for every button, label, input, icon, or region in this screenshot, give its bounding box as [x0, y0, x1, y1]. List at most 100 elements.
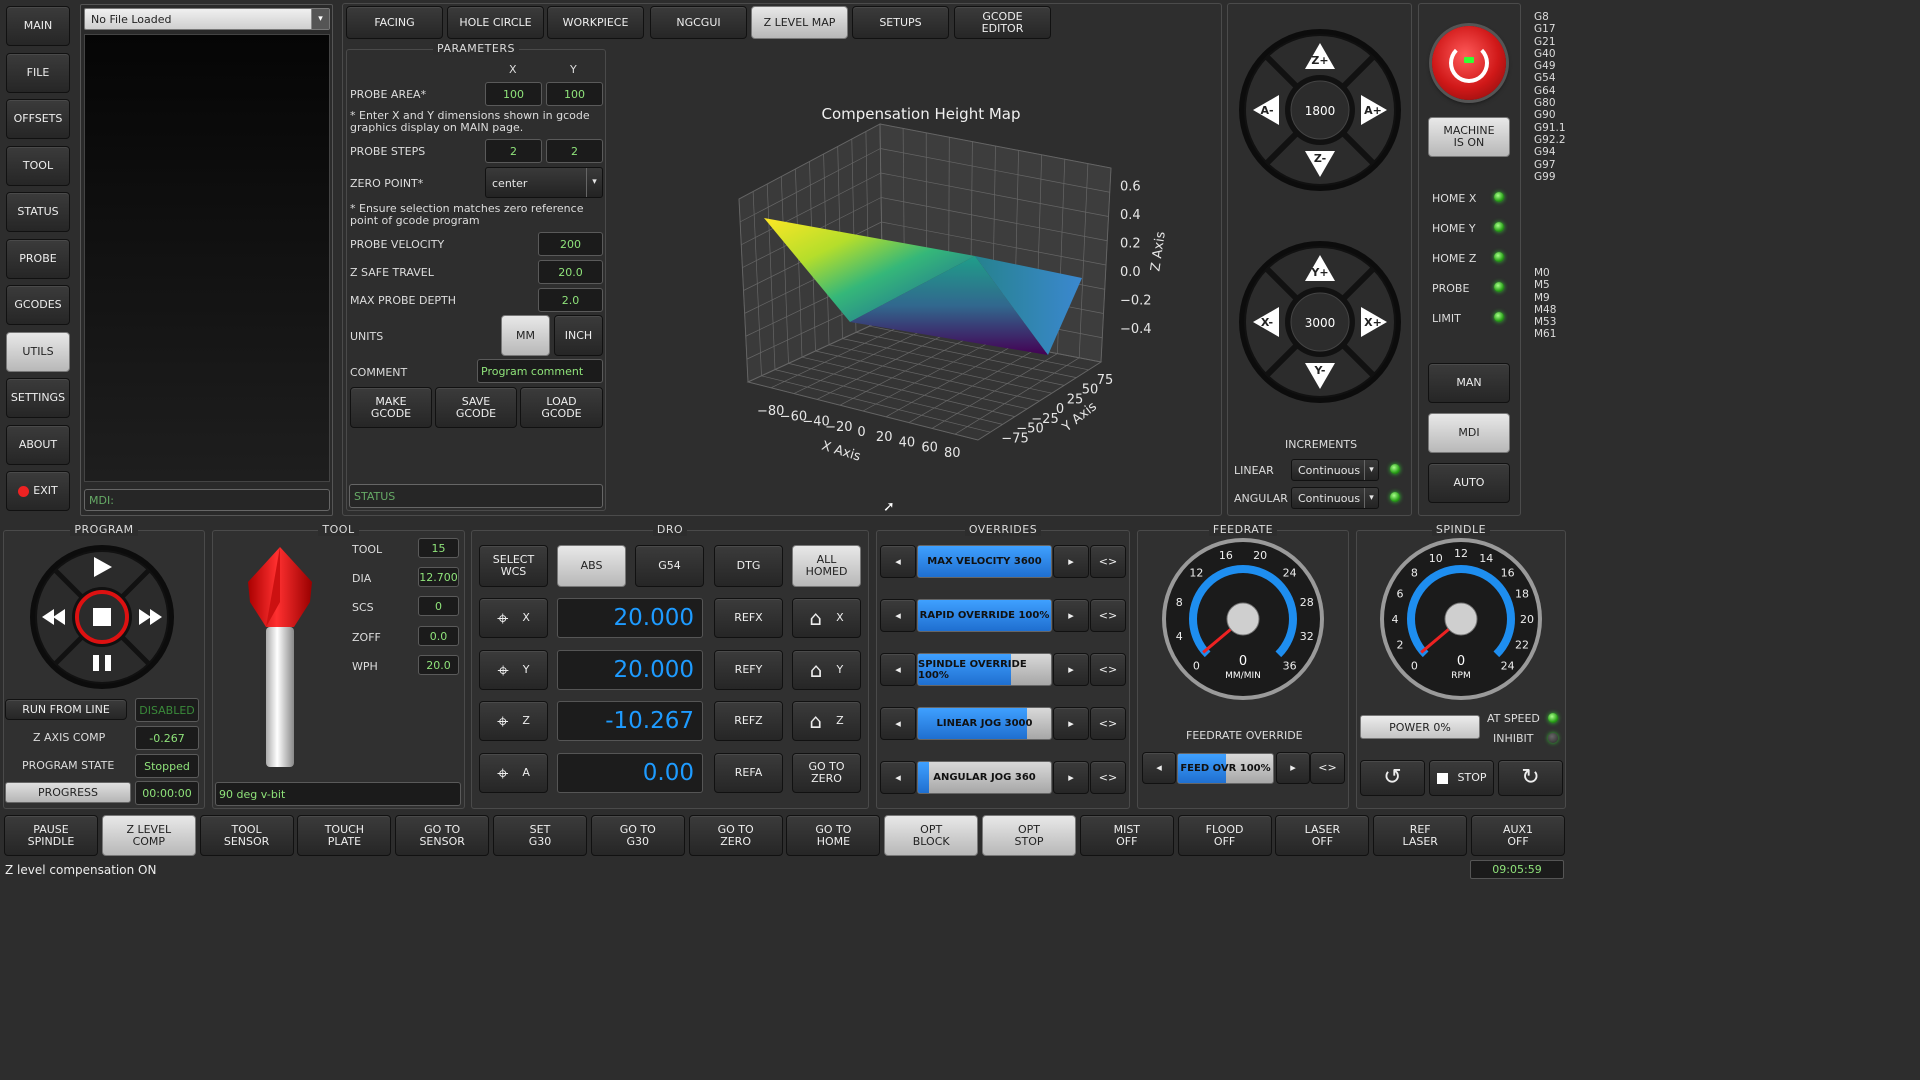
home-z-button[interactable]: ⌂ Z — [792, 701, 861, 741]
mode-mdi-button[interactable]: MDI — [1428, 413, 1510, 453]
tool-sensor-button[interactable]: TOOL SENSOR — [199, 815, 294, 856]
feed-override-reset[interactable]: <> — [1310, 752, 1345, 784]
nav-tool-button[interactable]: TOOL — [6, 145, 70, 186]
override-angular-jog-360-reset[interactable]: <> — [1090, 761, 1126, 794]
home-y-button[interactable]: ⌂ Y — [792, 649, 861, 690]
max-probe-depth-input[interactable]: 2.0 — [538, 288, 603, 312]
nav-status-button[interactable]: STATUS — [6, 192, 70, 232]
nav-settings-button[interactable]: SETTINGS — [6, 378, 70, 418]
units-inch-button[interactable]: INCH — [554, 315, 603, 356]
override-max-velocity-3600-decrease[interactable]: ◂ — [880, 545, 916, 578]
units-mm-button[interactable]: MM — [501, 315, 550, 356]
mist-off-button[interactable]: MIST OFF — [1079, 815, 1174, 856]
run-from-line-button[interactable]: RUN FROM LINE — [5, 699, 127, 720]
nav-file-button[interactable]: FILE — [6, 52, 70, 93]
mdi-input[interactable]: MDI: — [84, 489, 330, 511]
zero-x-button[interactable]: ⌖ X — [479, 598, 548, 638]
touch-plate-button[interactable]: TOUCH PLATE — [297, 815, 392, 856]
override-linear-jog-3000-reset[interactable]: <> — [1090, 707, 1126, 740]
tab-ngcgui[interactable]: NGCGUI — [650, 6, 747, 39]
all-homed-button[interactable]: ALL HOMED — [792, 545, 861, 587]
spindle-ccw-button[interactable]: ↺ — [1360, 760, 1425, 796]
make-gcode-button[interactable]: MAKE GCODE — [350, 387, 432, 428]
feed-override-decrease[interactable]: ◂ — [1142, 752, 1176, 784]
nav-probe-button[interactable]: PROBE — [6, 238, 70, 279]
tab-gcode-editor[interactable]: GCODE EDITOR — [954, 6, 1051, 39]
probe-steps-y-input[interactable]: 2 — [546, 139, 603, 163]
opt-stop-button[interactable]: OPT STOP — [982, 815, 1076, 856]
select-wcs-button[interactable]: SELECT WCS — [479, 545, 548, 587]
go-to-home-button[interactable]: GO TO HOME — [786, 815, 881, 856]
mode-auto-button[interactable]: AUTO — [1428, 463, 1510, 503]
linear-increment-select[interactable]: Continuous ▾ — [1291, 459, 1379, 481]
za-jog-pad[interactable]: 1800 Z+ Z- A- A+ — [1237, 27, 1403, 193]
load-gcode-button[interactable]: LOAD GCODE — [520, 387, 603, 428]
override-angular-jog-360-increase[interactable]: ▸ — [1053, 761, 1089, 794]
probe-area-y-input[interactable]: 100 — [546, 82, 603, 106]
opt-block-button[interactable]: OPT BLOCK — [884, 815, 979, 856]
save-gcode-button[interactable]: SAVE GCODE — [435, 387, 517, 428]
angular-increment-select[interactable]: Continuous ▾ — [1291, 487, 1379, 509]
comment-input[interactable]: Program comment — [477, 359, 603, 383]
nav-offsets-button[interactable]: OFFSETS — [6, 99, 70, 139]
go-to-sensor-button[interactable]: GO TO SENSOR — [395, 815, 490, 856]
override-rapid-override-100-reset[interactable]: <> — [1090, 599, 1126, 632]
laser-off-button[interactable]: LASER OFF — [1275, 815, 1370, 856]
override-rapid-override-100-increase[interactable]: ▸ — [1053, 599, 1089, 632]
nav-main-button[interactable]: MAIN — [6, 6, 70, 46]
tab-z-level-map[interactable]: Z LEVEL MAP — [751, 6, 848, 39]
override-linear-jog-3000-slider[interactable]: LINEAR JOG 3000 — [917, 707, 1052, 740]
xy-jog-pad[interactable]: 3000 Y+ Y- X- X+ — [1237, 239, 1403, 405]
machine-on-button[interactable]: MACHINE IS ON — [1428, 117, 1510, 157]
override-max-velocity-3600-slider[interactable]: MAX VELOCITY 3600 — [917, 545, 1052, 578]
go-to-zero-dro-button[interactable]: GO TO ZERO — [792, 752, 861, 793]
z-safe-travel-input[interactable]: 20.0 — [538, 260, 603, 284]
flood-off-button[interactable]: FLOOD OFF — [1177, 815, 1272, 856]
tab-workpiece[interactable]: WORKPIECE — [547, 6, 644, 39]
override-rapid-override-100-slider[interactable]: RAPID OVERRIDE 100% — [917, 599, 1052, 632]
override-max-velocity-3600-increase[interactable]: ▸ — [1053, 545, 1089, 578]
zero-point-select[interactable]: center ▾ — [485, 167, 603, 198]
override-spindle-override-100-slider[interactable]: SPINDLE OVERRIDE 100% — [917, 653, 1052, 686]
aux1-off-button[interactable]: AUX1 OFF — [1471, 815, 1565, 856]
dro-g54-button[interactable]: G54 — [635, 545, 704, 587]
ref-z-button[interactable]: REFZ — [714, 701, 783, 741]
dro-abs-button[interactable]: ABS — [557, 545, 626, 587]
probe-velocity-input[interactable]: 200 — [538, 232, 603, 256]
tab-hole-circle[interactable]: HOLE CIRCLE — [447, 6, 544, 39]
probe-steps-x-input[interactable]: 2 — [485, 139, 542, 163]
override-max-velocity-3600-reset[interactable]: <> — [1090, 545, 1126, 578]
dro-dtg-button[interactable]: DTG — [714, 545, 783, 587]
set-g30-button[interactable]: SET G30 — [493, 815, 587, 856]
go-to-zero-button[interactable]: GO TO ZERO — [688, 815, 783, 856]
nav-about-button[interactable]: ABOUT — [6, 424, 70, 465]
tab-facing[interactable]: FACING — [346, 6, 443, 39]
nav-gcodes-button[interactable]: GCODES — [6, 285, 70, 325]
ref-x-button[interactable]: REFX — [714, 598, 783, 638]
z-level-comp-button[interactable]: Z LEVEL COMP — [101, 815, 196, 856]
ref-a-button[interactable]: REFA — [714, 752, 783, 793]
override-linear-jog-3000-increase[interactable]: ▸ — [1053, 707, 1089, 740]
tab-setups[interactable]: SETUPS — [852, 6, 949, 39]
zero-a-button[interactable]: ⌖ A — [479, 752, 548, 793]
estop-button[interactable] — [1432, 26, 1506, 100]
override-spindle-override-100-reset[interactable]: <> — [1090, 653, 1126, 686]
feed-override-increase[interactable]: ▸ — [1276, 752, 1310, 784]
feed-override-slider[interactable]: FEED OVR 100% — [1177, 753, 1274, 784]
home-x-button[interactable]: ⌂ X — [792, 598, 861, 638]
zero-y-button[interactable]: ⌖ Y — [479, 649, 548, 690]
nav-exit-button[interactable]: EXIT — [6, 471, 70, 511]
override-rapid-override-100-decrease[interactable]: ◂ — [880, 599, 916, 632]
override-spindle-override-100-decrease[interactable]: ◂ — [880, 653, 916, 686]
ref-y-button[interactable]: REFY — [714, 649, 783, 690]
nav-utils-button[interactable]: UTILS — [6, 331, 70, 372]
stop-icon[interactable] — [93, 608, 111, 626]
override-angular-jog-360-slider[interactable]: ANGULAR JOG 360 — [917, 761, 1052, 794]
file-browser[interactable] — [84, 34, 330, 482]
override-linear-jog-3000-decrease[interactable]: ◂ — [880, 707, 916, 740]
pause-spindle-button[interactable]: PAUSE SPINDLE — [4, 815, 98, 856]
go-to-g30-button[interactable]: GO TO G30 — [590, 815, 685, 856]
zero-z-button[interactable]: ⌖ Z — [479, 701, 548, 741]
mode-man-button[interactable]: MAN — [1428, 363, 1510, 403]
spindle-cw-button[interactable]: ↻ — [1498, 760, 1563, 796]
